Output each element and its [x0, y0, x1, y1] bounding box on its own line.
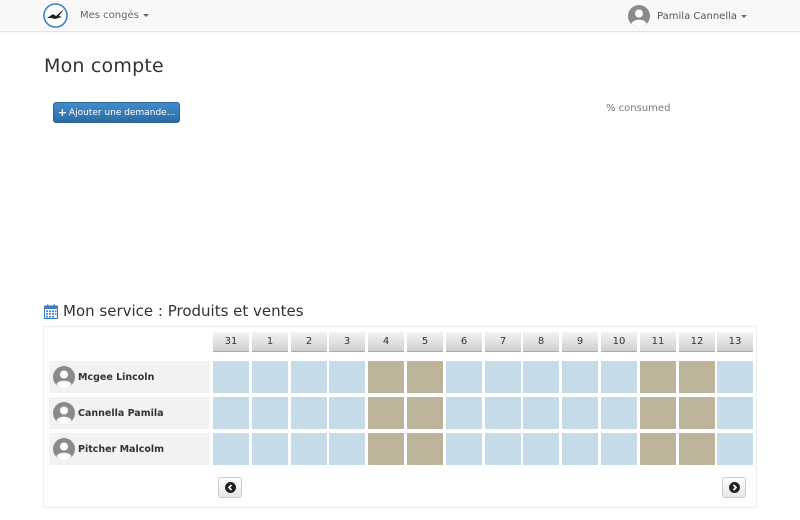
- calendar-day[interactable]: [601, 361, 637, 393]
- member-name: Cannella Pamila: [78, 407, 164, 419]
- calendar-day[interactable]: [291, 433, 327, 465]
- calendar-day-off[interactable]: [640, 433, 676, 465]
- calendar-day[interactable]: [562, 433, 598, 465]
- avatar: [53, 438, 75, 460]
- calendar-day-off[interactable]: [679, 361, 715, 393]
- calendar-day[interactable]: [291, 361, 327, 393]
- calendar-day[interactable]: [329, 397, 365, 429]
- day-header: 9: [562, 332, 598, 352]
- day-header: 8: [523, 332, 559, 352]
- chevron-left-circle-icon: [224, 482, 236, 493]
- leaves-menu-label: Mes congés: [80, 10, 139, 21]
- calendar-day-off[interactable]: [407, 397, 443, 429]
- day-header: 4: [368, 332, 404, 352]
- avatar: [628, 5, 651, 27]
- calendar-day-off[interactable]: [640, 361, 676, 393]
- consumed-label: % consumed: [606, 103, 671, 114]
- calendar-day[interactable]: [213, 361, 249, 393]
- add-request-button[interactable]: + Ajouter une demande...: [53, 102, 180, 123]
- calendar-day[interactable]: [329, 433, 365, 465]
- calendar-day[interactable]: [485, 433, 521, 465]
- calendar-icon: [44, 304, 58, 319]
- calendar-day[interactable]: [562, 361, 598, 393]
- user-menu[interactable]: Pamila Cannella: [628, 5, 747, 27]
- calendar-day[interactable]: [717, 433, 753, 465]
- day-header: 2: [291, 332, 327, 352]
- day-header: 31: [213, 332, 249, 352]
- calendar-day-off[interactable]: [679, 397, 715, 429]
- day-header: 5: [407, 332, 443, 352]
- member-row-label: Cannella Pamila: [49, 397, 209, 429]
- team-section-title: Mon service : Produits et ventes: [44, 302, 304, 320]
- next-period-button[interactable]: [722, 477, 746, 498]
- day-header: 7: [485, 332, 521, 352]
- avatar: [53, 402, 75, 424]
- calendar-day-off[interactable]: [368, 361, 404, 393]
- avatar: [53, 366, 75, 388]
- calendar-day[interactable]: [485, 361, 521, 393]
- calendar-day-off[interactable]: [407, 433, 443, 465]
- member-row-label: Pitcher Malcolm: [49, 433, 209, 465]
- chevron-right-circle-icon: [728, 482, 740, 493]
- calendar-day[interactable]: [329, 361, 365, 393]
- team-section-label: Mon service : Produits et ventes: [63, 302, 304, 320]
- calendar-day[interactable]: [291, 397, 327, 429]
- calendar-day[interactable]: [523, 361, 559, 393]
- chevron-down-icon: [741, 14, 747, 18]
- calendar-day[interactable]: [446, 433, 482, 465]
- member-name: Mcgee Lincoln: [78, 371, 155, 383]
- calendar-day[interactable]: [252, 433, 288, 465]
- member-row-label: Mcgee Lincoln: [49, 361, 209, 393]
- calendar-day[interactable]: [601, 397, 637, 429]
- calendar-day-off[interactable]: [368, 433, 404, 465]
- calendar-day-off[interactable]: [407, 361, 443, 393]
- calendar-day[interactable]: [446, 361, 482, 393]
- calendar-day[interactable]: [717, 361, 753, 393]
- calendar-day[interactable]: [213, 397, 249, 429]
- calendar-day-off[interactable]: [640, 397, 676, 429]
- calendar-day[interactable]: [601, 433, 637, 465]
- calendar-day[interactable]: [717, 397, 753, 429]
- calendar-day[interactable]: [562, 397, 598, 429]
- member-name: Pitcher Malcolm: [78, 443, 165, 455]
- previous-period-button[interactable]: [218, 477, 242, 498]
- calendar-day[interactable]: [523, 433, 559, 465]
- day-header: 1: [252, 332, 288, 352]
- day-header: 3: [329, 332, 365, 352]
- calendar-day[interactable]: [446, 397, 482, 429]
- chevron-down-icon: [142, 13, 149, 17]
- user-name: Pamila Cannella: [657, 10, 737, 22]
- calendar-day-off[interactable]: [368, 397, 404, 429]
- calendar-day[interactable]: [523, 397, 559, 429]
- add-request-label: Ajouter une demande...: [68, 107, 176, 118]
- calendar-day[interactable]: [252, 397, 288, 429]
- calendar-day-off[interactable]: [679, 433, 715, 465]
- day-header: 11: [640, 332, 676, 352]
- page-title: Mon compte: [44, 55, 164, 77]
- calendar-day[interactable]: [213, 433, 249, 465]
- day-header: 10: [601, 332, 637, 352]
- day-header: 13: [717, 332, 753, 352]
- day-header: 6: [446, 332, 482, 352]
- swallow-logo-icon[interactable]: [43, 3, 68, 28]
- calendar-day[interactable]: [485, 397, 521, 429]
- plus-icon: +: [57, 106, 67, 119]
- day-header: 12: [679, 332, 715, 352]
- top-navbar: Mes congés Pamila Cannella: [0, 0, 800, 32]
- leaves-menu[interactable]: Mes congés: [80, 10, 149, 21]
- calendar-day[interactable]: [252, 361, 288, 393]
